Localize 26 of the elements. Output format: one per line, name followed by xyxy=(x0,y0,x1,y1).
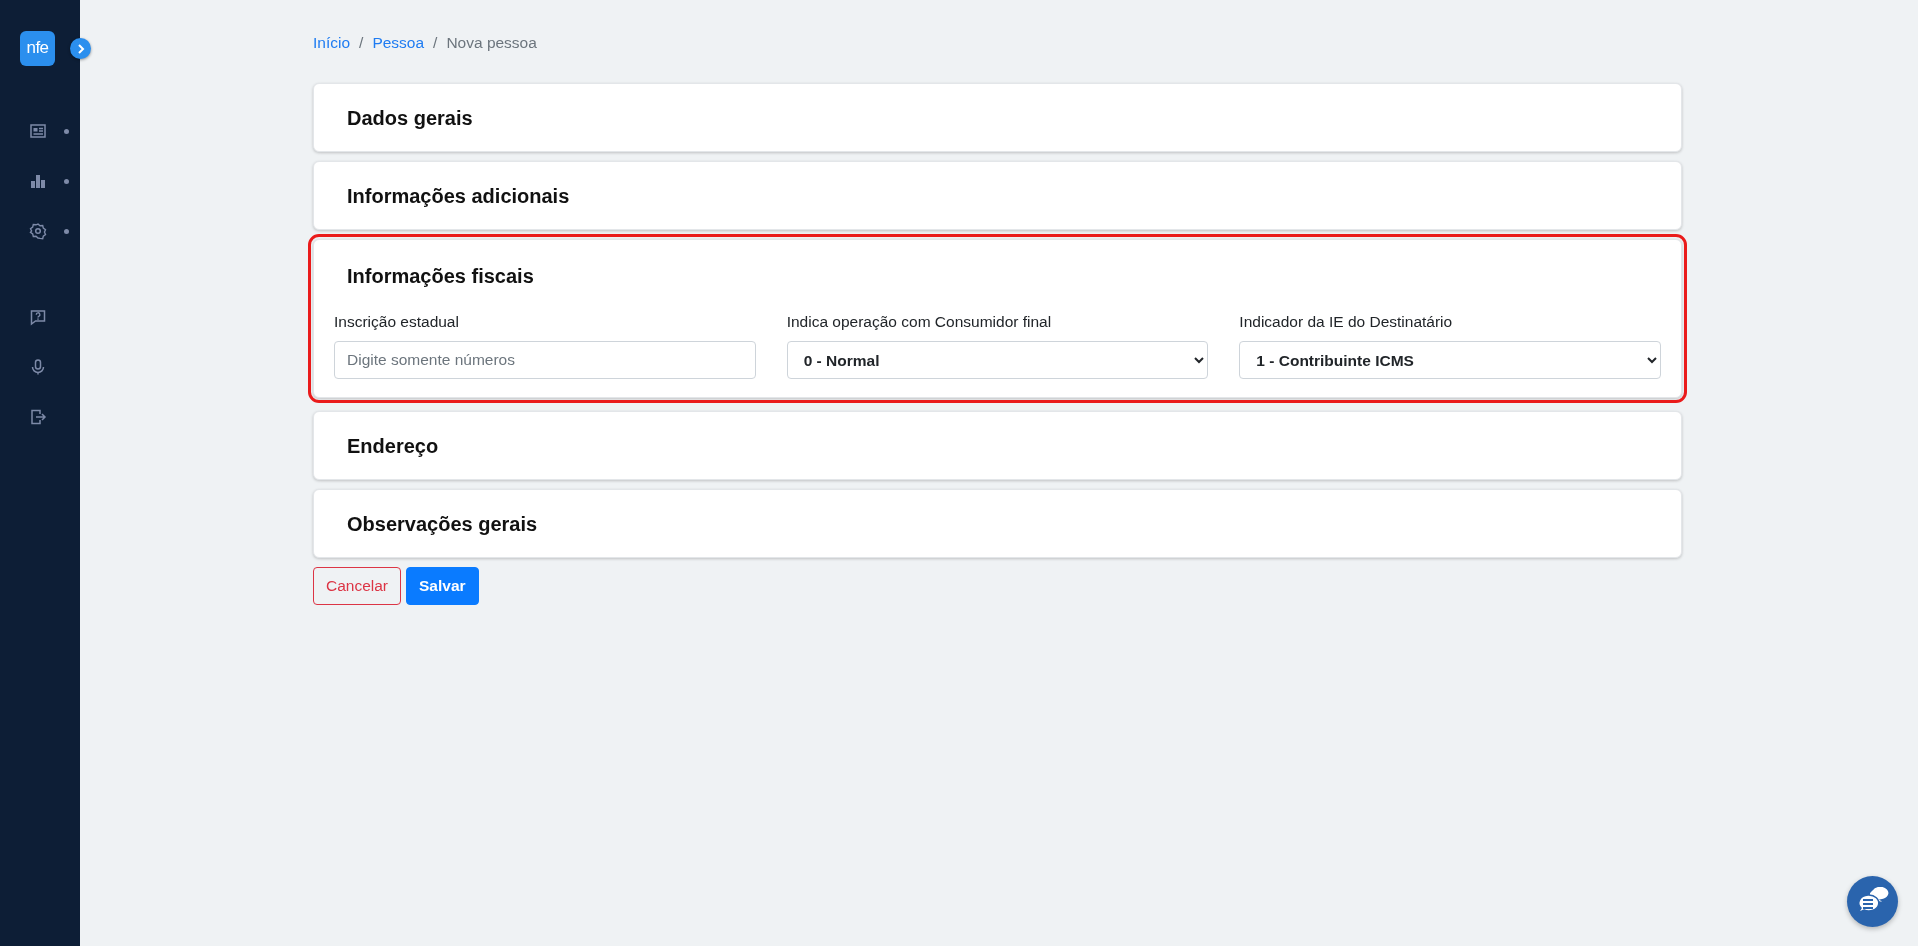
breadcrumb-current: Nova pessoa xyxy=(446,34,537,52)
logout-icon xyxy=(29,408,47,426)
newspaper-icon xyxy=(29,122,47,140)
microphone-icon xyxy=(29,358,47,376)
bar-chart-icon xyxy=(29,172,47,190)
help-icon xyxy=(29,308,47,326)
section-header[interactable]: Endereço xyxy=(334,412,1661,479)
section-header[interactable]: Dados gerais xyxy=(334,84,1661,151)
input-field[interactable]: Digite somente números xyxy=(334,341,756,379)
breadcrumb-separator: / xyxy=(433,34,438,52)
breadcrumb-link[interactable]: Pessoa xyxy=(372,34,425,52)
settings-icon xyxy=(29,222,47,240)
save-button[interactable]: Salvar xyxy=(406,567,479,605)
field-label: Indica operação com Consumidor final xyxy=(786,313,1053,331)
breadcrumb-link[interactable]: Início xyxy=(313,34,351,52)
breadcrumb-separator: / xyxy=(359,34,364,52)
cancel-button[interactable]: Cancelar xyxy=(313,567,402,605)
section-header[interactable]: Informações fiscais xyxy=(334,240,1661,313)
field-label: Indicador da IE do Destinatário xyxy=(1239,313,1454,331)
expand-sidebar-button[interactable] xyxy=(70,38,91,59)
section-header[interactable]: Informações adicionais xyxy=(334,162,1661,229)
select-dropdown[interactable]: 0 - Normal xyxy=(786,341,1209,379)
select-dropdown[interactable]: 1 - Contribuinte ICMS xyxy=(1239,341,1661,379)
section-header[interactable]: Observações gerais xyxy=(334,490,1661,557)
field-label: Inscrição estadual xyxy=(334,313,460,331)
chat-button[interactable] xyxy=(1847,876,1898,927)
